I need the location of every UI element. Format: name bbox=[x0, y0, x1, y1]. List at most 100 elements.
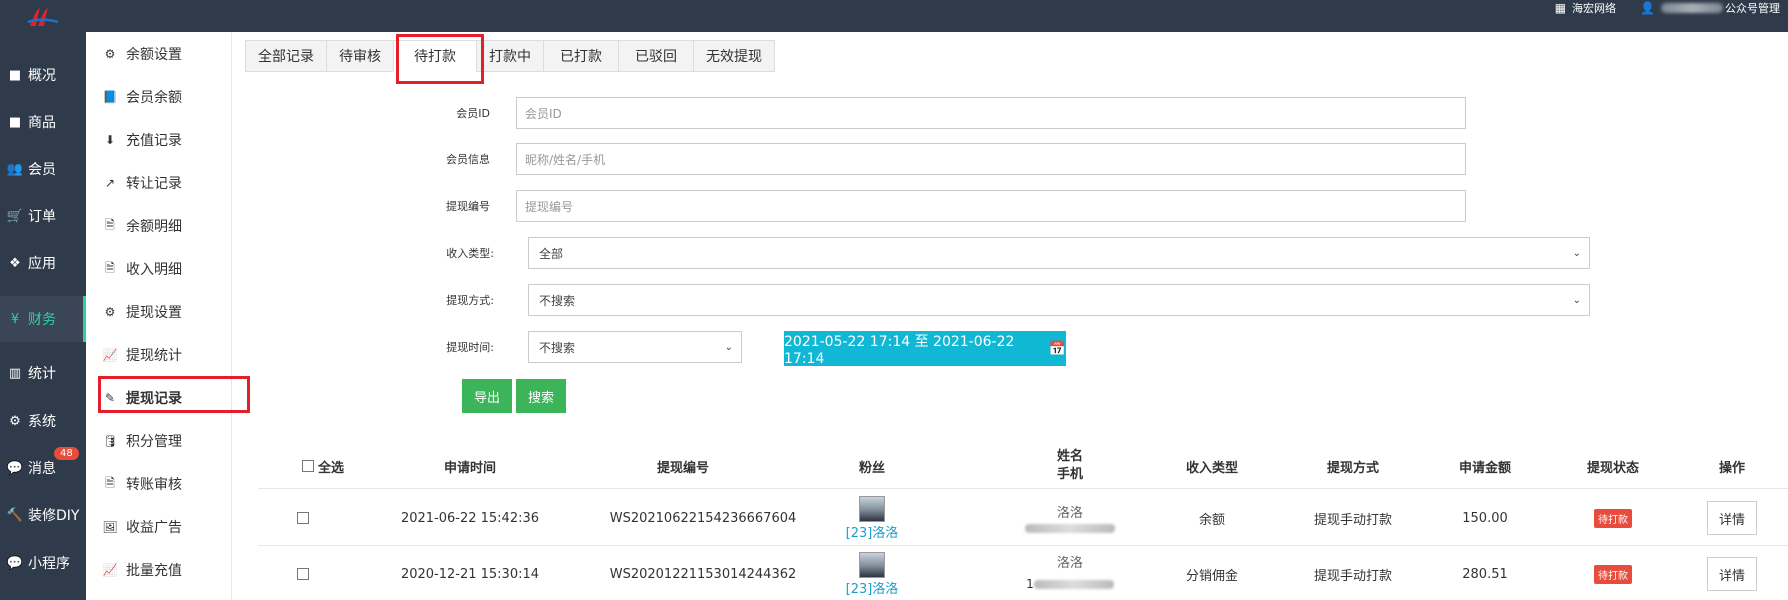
external-link-icon: ↗ bbox=[104, 176, 116, 190]
main-sidebar: ■ 概况 ■ 商品 👥 会员 🛒 订单 ❖ 应用 ¥ 财务 ▥ 统计 ⚙ 系统 … bbox=[0, 32, 86, 600]
bar-chart-icon: ▥ bbox=[8, 365, 22, 381]
row-checkbox[interactable] bbox=[297, 568, 309, 580]
tab-pending-review[interactable]: 待审核 bbox=[326, 40, 393, 72]
member-info-input[interactable]: 昵称/姓名/手机 bbox=[516, 143, 1466, 175]
nav-main-label: 小程序 bbox=[28, 556, 70, 572]
chevron-down-icon: ⌄ bbox=[1572, 247, 1581, 259]
status-cell: 待打款 bbox=[1558, 546, 1668, 600]
nav-sub-label: 转让记录 bbox=[126, 176, 182, 192]
nav-sub-member-balance[interactable]: 📘 会员余额 bbox=[86, 76, 232, 118]
withdraw-method-select[interactable]: 不搜索 ⌄ bbox=[528, 284, 1590, 316]
col-apply-time: 申请时间 bbox=[443, 460, 496, 476]
nav-sub-withdraw-settings[interactable]: ⚙ 提现设置 bbox=[86, 291, 232, 333]
company-name: 海宏网络 bbox=[1572, 2, 1617, 15]
nav-main-finance[interactable]: ¥ 财务 bbox=[0, 296, 86, 342]
income-type-select[interactable]: 全部 ⌄ bbox=[528, 237, 1590, 269]
nav-main-goods[interactable]: ■ 商品 bbox=[0, 99, 86, 145]
nav-sub-balance-settings[interactable]: ⚙ 余额设置 bbox=[86, 33, 232, 75]
nav-main-order[interactable]: 🛒 订单 bbox=[0, 193, 86, 239]
member-id-label: 会员ID bbox=[456, 107, 490, 120]
select-all[interactable]: 全选 bbox=[288, 443, 358, 489]
withdraw-no-input[interactable]: 提现编号 bbox=[516, 190, 1466, 222]
tab-rejected[interactable]: 已驳回 bbox=[618, 40, 693, 72]
nav-sub-label: 收益广告 bbox=[126, 520, 182, 536]
nav-sub-label: 批量充值 bbox=[126, 563, 182, 579]
table-header: 全选 申请时间 提现编号 粉丝 姓名 手机 收入类型 提现方式 申请金额 提现状… bbox=[258, 443, 1788, 489]
account-menu[interactable]: 👤 公众号管理 bbox=[1640, 0, 1780, 16]
tab-paid[interactable]: 已打款 bbox=[543, 40, 618, 72]
fan-name[interactable]: [23]洛洛 bbox=[846, 522, 899, 541]
member-id-input[interactable]: 会员ID bbox=[516, 97, 1466, 129]
col-withdraw-no: 提现编号 bbox=[656, 460, 709, 476]
member-info-label: 会员信息 bbox=[446, 153, 490, 166]
nav-sub-label: 余额明细 bbox=[126, 219, 182, 235]
book-icon: 📘 bbox=[102, 90, 118, 104]
search-button[interactable]: 搜索 bbox=[516, 379, 566, 413]
nav-main-label: 财务 bbox=[28, 312, 56, 328]
brand-logo-icon[interactable] bbox=[26, 6, 60, 28]
select-all-checkbox[interactable] bbox=[301, 460, 314, 472]
sub-sidebar: ⚙ 余额设置 📘 会员余额 ⬇ 充值记录 ↗ 转让记录 🗎 余额明细 🗎 收入明… bbox=[86, 32, 232, 600]
nav-sub-transfer-records[interactable]: ↗ 转让记录 bbox=[86, 162, 232, 204]
nav-main-label: 应用 bbox=[28, 256, 56, 272]
tab-all[interactable]: 全部记录 bbox=[245, 40, 326, 72]
nav-sub-points[interactable]: 🛢 积分管理 bbox=[86, 420, 232, 462]
company-switch[interactable]: ▦ 海宏网络 bbox=[1555, 0, 1616, 16]
row-checkbox[interactable] bbox=[297, 512, 309, 524]
withdraw-time-select[interactable]: 不搜索 ⌄ bbox=[528, 331, 742, 363]
nav-main-stats[interactable]: ▥ 统计 bbox=[0, 350, 86, 396]
table-row: 2021-06-22 15:42:36 WS202106221542366676… bbox=[258, 490, 1788, 546]
nav-sub-income-details[interactable]: 🗎 收入明细 bbox=[86, 248, 232, 290]
withdraw-method-label: 提现方式: bbox=[446, 294, 494, 307]
nav-main-label: 会员 bbox=[28, 162, 56, 178]
action-cell: 详情 bbox=[1682, 490, 1782, 546]
tab-invalid[interactable]: 无效提现 bbox=[693, 40, 775, 72]
account-name-redacted bbox=[1661, 3, 1723, 13]
nav-sub-recharge-records[interactable]: ⬇ 充值记录 bbox=[86, 119, 232, 161]
nav-main-miniprogram[interactable]: 💬 小程序 bbox=[0, 540, 86, 586]
nav-sub-income-ads[interactable]: 🖼 收益广告 bbox=[86, 506, 232, 548]
nav-sub-label: 余额设置 bbox=[126, 47, 182, 63]
select-all-label: 全选 bbox=[317, 460, 344, 476]
member-name: 洛洛 bbox=[1056, 505, 1083, 521]
col-fans: 粉丝 bbox=[858, 460, 885, 476]
fan-name[interactable]: [23]洛洛 bbox=[846, 578, 899, 597]
nav-main-overview[interactable]: ■ 概况 bbox=[0, 52, 86, 98]
detail-button[interactable]: 详情 bbox=[1707, 557, 1757, 591]
export-button[interactable]: 导出 bbox=[462, 379, 512, 413]
income-type-value: 全部 bbox=[539, 246, 564, 261]
fan-cell: [23]洛洛 bbox=[832, 490, 912, 546]
col-action: 操作 bbox=[1718, 460, 1745, 476]
file-icon: 🗎 bbox=[105, 475, 115, 490]
status-cell: 待打款 bbox=[1558, 490, 1668, 546]
nav-sub-label: 提现统计 bbox=[126, 348, 182, 364]
line-chart-icon: 📈 bbox=[102, 563, 118, 577]
withdraw-no-row: 提现编号 提现编号 bbox=[430, 190, 1466, 222]
detail-button[interactable]: 详情 bbox=[1707, 501, 1757, 535]
income-type: 分销佣金 bbox=[1185, 568, 1238, 584]
col-phone: 手机 bbox=[1056, 467, 1083, 482]
withdraw-method-row: 提现方式: 不搜索 ⌄ bbox=[430, 284, 1590, 316]
apply-time: 2021-06-22 15:42:36 bbox=[400, 510, 540, 526]
nav-sub-batch-recharge[interactable]: 📈 批量充值 bbox=[86, 549, 232, 591]
nav-sub-withdraw-stats[interactable]: 📈 提现统计 bbox=[86, 334, 232, 376]
nav-main-system[interactable]: ⚙ 系统 bbox=[0, 398, 86, 444]
nav-main-messages[interactable]: 💬 消息 48 bbox=[0, 445, 86, 491]
date-range-picker[interactable]: 2021-05-22 17:14 至 2021-06-22 17:14 📅 bbox=[784, 331, 1066, 367]
nav-sub-balance-details[interactable]: 🗎 余额明细 bbox=[86, 205, 232, 247]
nav-main-apps[interactable]: ❖ 应用 bbox=[0, 240, 86, 286]
nav-sub-transfer-review[interactable]: 🗎 转账审核 bbox=[86, 463, 232, 505]
nav-main-member[interactable]: 👥 会员 bbox=[0, 146, 86, 192]
col-income-type: 收入类型 bbox=[1185, 460, 1238, 476]
withdraw-method: 提现手动打款 bbox=[1313, 512, 1392, 528]
name-phone-cell: 洛洛 bbox=[1020, 490, 1120, 546]
income-type-label: 收入类型: bbox=[446, 247, 494, 260]
nav-main-diy[interactable]: 🔨 装修DIY bbox=[0, 492, 86, 538]
database-icon: 🛢 bbox=[102, 434, 118, 448]
tab-paying[interactable]: 打款中 bbox=[476, 40, 543, 72]
top-bar: ▦ 海宏网络 👤 公众号管理 bbox=[0, 0, 1788, 32]
col-amount: 申请金额 bbox=[1458, 460, 1511, 476]
highlight-box-withdraw-records bbox=[98, 376, 250, 413]
nav-sub-label: 收入明细 bbox=[126, 262, 182, 278]
avatar bbox=[859, 495, 885, 522]
